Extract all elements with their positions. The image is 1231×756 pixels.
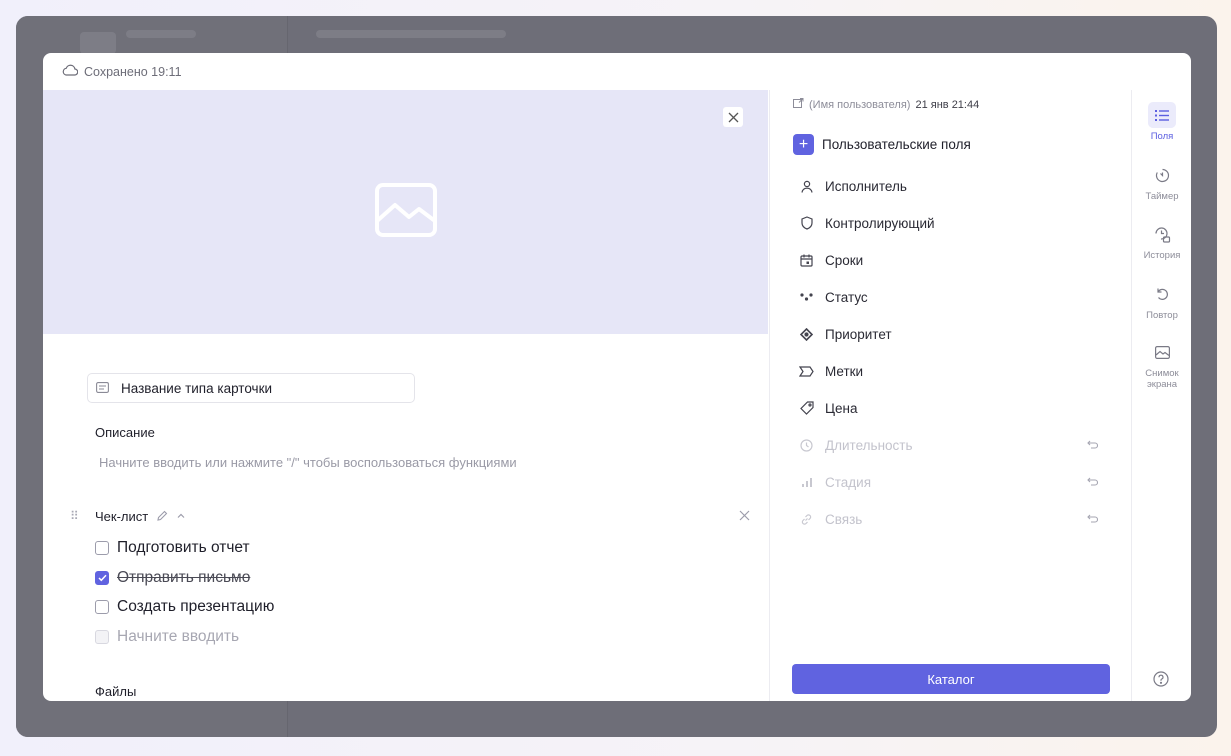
files-label: Файлы	[95, 684, 137, 699]
priority-icon	[798, 327, 815, 341]
checkbox[interactable]	[95, 541, 109, 555]
new-item-input[interactable]: Начните вводить	[117, 628, 239, 646]
property-link[interactable]: Связь	[798, 509, 1108, 529]
property-label: Сроки	[825, 252, 864, 268]
pencil-icon[interactable]	[156, 510, 168, 522]
property-status[interactable]: Статус	[798, 287, 1108, 307]
property-priority[interactable]: Приоритет	[798, 324, 1108, 344]
property-label: Стадия	[825, 474, 872, 490]
property-label: Длительность	[825, 437, 913, 453]
property-label: Связь	[825, 511, 863, 527]
price-tag-icon	[798, 401, 815, 415]
property-label: Статус	[825, 289, 868, 305]
properties-panel: (Имя пользователя) 21 янв 21:44 + Пользо…	[769, 90, 1131, 701]
tab-label: История	[1143, 250, 1181, 261]
cloud-saved-icon	[62, 64, 79, 79]
card-type-name-field[interactable]: Название типа карточки	[87, 373, 415, 403]
background-logo	[80, 32, 116, 54]
tab-label: Снимок экрана	[1145, 368, 1179, 390]
tab-label: Повтор	[1146, 310, 1178, 321]
undo-icon[interactable]	[1087, 475, 1099, 489]
catalog-button[interactable]: Каталог	[792, 664, 1110, 694]
property-duration[interactable]: Длительность	[798, 435, 1108, 455]
property-stage[interactable]: Стадия	[798, 472, 1108, 492]
created-meta: (Имя пользователя) 21 янв 21:44	[793, 98, 979, 111]
description-label: Описание	[95, 425, 155, 440]
tab-repeat[interactable]: Повтор	[1132, 281, 1191, 321]
help-icon[interactable]	[1153, 671, 1169, 692]
status-dots-icon	[798, 292, 815, 302]
link-icon	[798, 513, 815, 526]
shield-icon	[798, 216, 815, 230]
checklist-title: Чек-лист	[95, 508, 149, 524]
checklist-item-label: Создать презентацию	[117, 598, 275, 615]
timer-icon	[1148, 162, 1176, 188]
checkbox[interactable]	[95, 600, 109, 614]
meta-user: (Имя пользователя)	[809, 98, 911, 111]
undo-icon[interactable]	[1087, 512, 1099, 526]
card-content: Название типа карточки Описание Начните …	[43, 90, 768, 701]
history-icon	[1148, 221, 1176, 247]
drag-handle-icon[interactable]: ⠿	[70, 509, 95, 523]
card-type-name-value: Название типа карточки	[121, 380, 273, 396]
checklist-item[interactable]: Отправить письмо	[95, 569, 250, 587]
repeat-icon	[1148, 281, 1176, 307]
property-controller[interactable]: Контролирующий	[798, 213, 1108, 233]
clock-icon	[798, 438, 815, 452]
checklist-item[interactable]: Подготовить отчет	[95, 539, 250, 557]
tab-label: Поля	[1150, 131, 1174, 142]
checklist-header: ⠿ Чек-лист	[70, 506, 750, 526]
property-price[interactable]: Цена	[798, 398, 1108, 418]
user-icon	[798, 180, 815, 193]
tab-screenshot[interactable]: Снимок экрана	[1132, 339, 1191, 390]
checkbox-disabled	[95, 630, 109, 644]
undo-icon[interactable]	[1087, 438, 1099, 452]
property-label: Контролирующий	[825, 215, 935, 231]
card-modal: Сохранено 19:11 Название типа карточки О…	[43, 53, 1191, 701]
tab-fields[interactable]: Поля	[1132, 102, 1191, 142]
property-label: Цена	[825, 400, 858, 416]
list-icon	[1148, 102, 1176, 128]
background-breadcrumb	[316, 30, 506, 38]
checklist-item-label: Отправить письмо	[117, 569, 251, 586]
screenshot-icon	[1148, 339, 1176, 365]
background-text	[126, 30, 196, 38]
checklist-item[interactable]: Создать презентацию	[95, 598, 274, 616]
save-status: Сохранено 19:11	[84, 64, 182, 79]
custom-fields-button[interactable]: + Пользовательские поля	[793, 134, 971, 155]
checklist-remove-button[interactable]	[739, 508, 750, 525]
cover-close-button[interactable]	[723, 107, 743, 127]
tab-timer[interactable]: Таймер	[1132, 162, 1191, 202]
label-icon	[798, 365, 815, 377]
checkbox-checked[interactable]	[95, 571, 109, 585]
plus-icon: +	[793, 134, 814, 155]
checklist-item-label: Подготовить отчет	[117, 539, 250, 556]
meta-time: 21 янв 21:44	[915, 98, 980, 111]
new-checklist-item[interactable]: Начните вводить	[95, 628, 239, 646]
modal-header: Сохранено 19:11	[43, 53, 1191, 90]
property-deadlines[interactable]: Сроки	[798, 250, 1108, 270]
tab-label: Таймер	[1145, 191, 1179, 202]
image-placeholder-icon	[374, 182, 437, 242]
description-input[interactable]: Начните вводить или нажмите "/" чтобы во…	[99, 455, 517, 470]
calendar-icon	[798, 254, 815, 267]
chevron-up-icon[interactable]	[176, 511, 186, 521]
cover-image-area[interactable]	[43, 90, 768, 334]
property-labels[interactable]: Метки	[798, 361, 1108, 381]
created-icon	[793, 98, 804, 111]
side-tab-rail: Поля Таймер История Повтор Снимок экрана	[1131, 90, 1191, 701]
custom-fields-label: Пользовательские поля	[822, 137, 971, 152]
property-label: Приоритет	[825, 326, 892, 342]
property-assignee[interactable]: Исполнитель	[798, 176, 1108, 196]
stage-bars-icon	[798, 477, 815, 488]
text-field-icon	[96, 381, 109, 396]
property-label: Метки	[825, 363, 864, 379]
tab-history[interactable]: История	[1132, 221, 1191, 261]
property-label: Исполнитель	[825, 178, 907, 194]
